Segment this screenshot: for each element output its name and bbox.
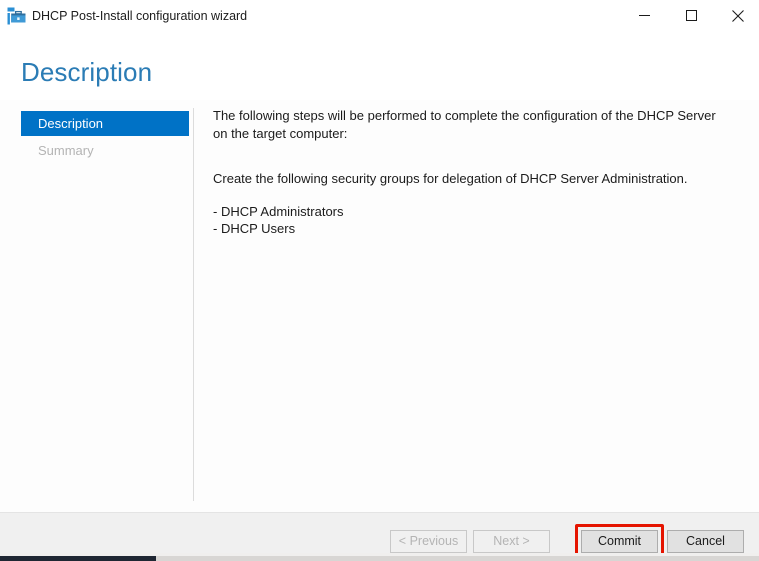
wizard-step-nav: Description Summary — [0, 100, 193, 512]
wizard-footer: < Previous Next > Commit Cancel — [0, 512, 759, 559]
previous-button[interactable]: < Previous — [390, 530, 467, 553]
dhcp-server-icon — [7, 7, 26, 25]
close-icon[interactable] — [715, 0, 759, 31]
taskbar-light-edge — [156, 556, 759, 561]
cancel-button[interactable]: Cancel — [667, 530, 744, 553]
list-item: - DHCP Administrators — [213, 203, 344, 219]
list-item: - DHCP Users — [213, 221, 296, 236]
taskbar-dark-edge — [0, 556, 156, 561]
minimize-icon[interactable] — [621, 0, 667, 31]
intro-paragraph: The following steps will be performed to… — [213, 108, 716, 141]
security-groups-list: - DHCP Administrators - DHCP Users — [213, 203, 733, 238]
title-bar: DHCP Post-Install configuration wizard — [0, 0, 759, 33]
sidebar-item-label: Summary — [38, 143, 94, 158]
window-title: DHCP Post-Install configuration wizard — [32, 9, 248, 23]
wizard-body: Description Summary The following steps … — [0, 100, 759, 512]
sidebar-item-description[interactable]: Description — [21, 111, 189, 136]
maximize-icon[interactable] — [668, 0, 714, 31]
create-groups-paragraph: Create the following security groups for… — [213, 171, 688, 186]
description-content: The following steps will be performed to… — [213, 107, 733, 238]
next-button[interactable]: Next > — [473, 530, 550, 553]
commit-button[interactable]: Commit — [581, 530, 658, 553]
page-title: Description — [21, 57, 153, 87]
sidebar-item-label: Description — [38, 116, 104, 131]
nav-divider — [193, 108, 194, 501]
wizard-window: DHCP Post-Install configuration wizard D… — [0, 0, 759, 559]
sidebar-item-summary: Summary — [21, 138, 189, 163]
